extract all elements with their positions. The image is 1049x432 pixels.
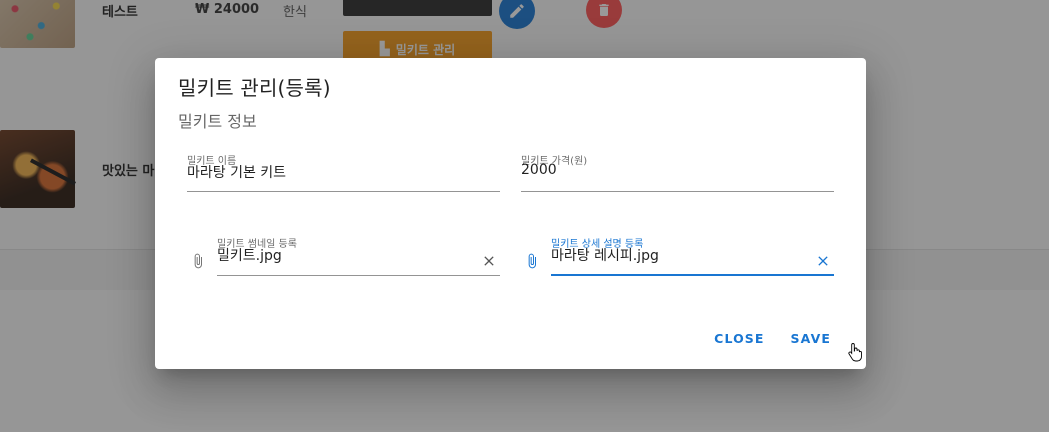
save-button[interactable]: SAVE (778, 320, 844, 356)
mealkit-register-dialog: 밀키트 관리(등록) 밀키트 정보 밀키트 이름 마라탕 기본 키트 밀키트 가… (155, 58, 866, 369)
field-underline (521, 191, 834, 192)
detail-file-value[interactable]: 마라탕 레시피.jpg (551, 245, 659, 265)
field-underline (187, 191, 500, 192)
mealkit-price-field[interactable]: 밀키트 가격(원) 2000 (521, 152, 834, 192)
mealkit-price-value[interactable]: 2000 (521, 162, 557, 178)
dialog-subtitle: 밀키트 정보 (178, 112, 257, 131)
paperclip-icon[interactable] (524, 250, 540, 272)
clear-thumbnail-button[interactable] (480, 252, 498, 270)
thumbnail-file-field[interactable]: 밀키트 썸네일 등록 밀키트.jpg (217, 235, 500, 276)
mealkit-name-value[interactable]: 마라탕 기본 키트 (187, 162, 286, 182)
thumbnail-file-value[interactable]: 밀키트.jpg (217, 245, 282, 265)
hand-cursor-icon (848, 343, 862, 362)
clear-detail-button[interactable] (814, 252, 832, 270)
paperclip-icon[interactable] (190, 250, 206, 272)
dialog-actions: CLOSE SAVE (701, 320, 844, 356)
detail-file-field[interactable]: 밀키트 상세 설명 등록 마라탕 레시피.jpg (551, 235, 834, 276)
mealkit-name-field[interactable]: 밀키트 이름 마라탕 기본 키트 (187, 152, 500, 192)
field-underline (217, 275, 500, 276)
dialog-title: 밀키트 관리(등록) (178, 76, 331, 100)
close-button[interactable]: CLOSE (701, 320, 777, 356)
field-underline (551, 274, 834, 276)
close-icon (484, 256, 494, 266)
close-icon (818, 256, 828, 266)
